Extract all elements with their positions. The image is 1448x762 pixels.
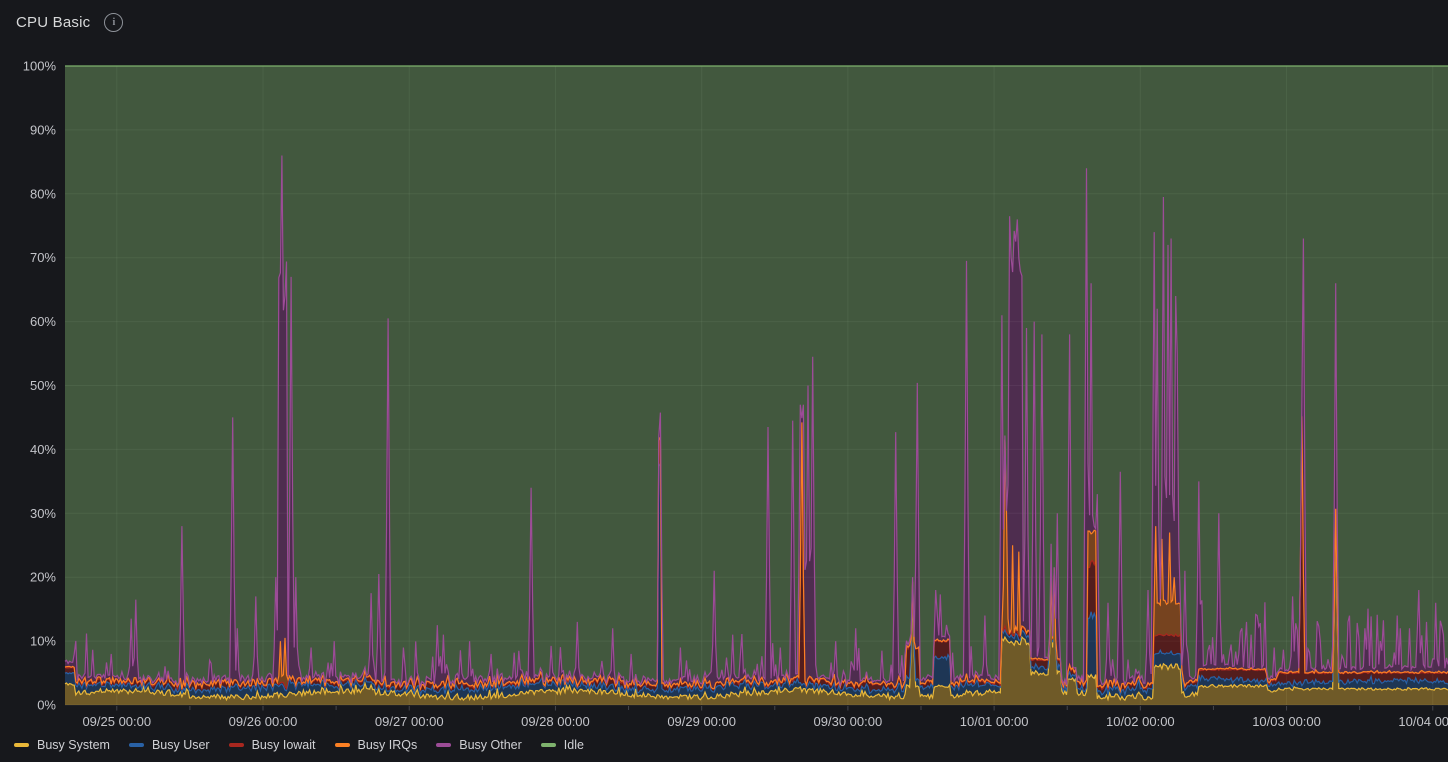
area-idle	[65, 66, 1448, 687]
y-tick-label: 0%	[37, 698, 56, 713]
legend-label: Busy Iowait	[252, 738, 316, 752]
x-tick-label: 09/29 00:00	[667, 714, 736, 729]
cpu-basic-chart[interactable]: 0% 10% 20% 30% 40% 50% 60% 70% 80% 90% 100% 09/25 0…	[0, 45, 1448, 736]
legend-item-irqs[interactable]: Busy IRQs	[335, 738, 418, 752]
x-tick-label: 09/25 00:00	[82, 714, 151, 729]
y-tick-label: 70%	[30, 250, 56, 265]
time-series-plot[interactable]: 0% 10% 20% 30% 40% 50% 60% 70% 80% 90% 100% 09/25 0…	[0, 45, 1448, 736]
x-tick-label: 10/03 00:00	[1252, 714, 1321, 729]
panel-title: CPU Basic	[16, 14, 90, 31]
y-tick-label: 20%	[30, 570, 56, 585]
legend-swatch-iowait	[229, 743, 244, 748]
legend-swatch-other	[436, 743, 451, 748]
legend-label: Busy User	[152, 738, 210, 752]
legend-label: Busy Other	[459, 738, 522, 752]
legend: Busy System Busy User Busy Iowait Busy IRQs…	[14, 734, 584, 756]
x-axis: 09/25 00:00 09/26 00:00 09/27 00:00 09/28 0…	[82, 706, 1448, 729]
x-tick-label: 09/27 00:00	[375, 714, 444, 729]
legend-item-user[interactable]: Busy User	[129, 738, 210, 752]
y-tick-label: 60%	[30, 314, 56, 329]
legend-swatch-idle	[541, 743, 556, 748]
info-icon[interactable]: i	[104, 13, 123, 32]
grafana-panel: CPU Basic i 0% 10% 20% 30% 40% 50% 60% 70% 80% 90…	[0, 0, 1448, 762]
legend-label: Busy IRQs	[358, 738, 418, 752]
series-areas	[65, 66, 1448, 705]
y-tick-label: 10%	[30, 634, 56, 649]
legend-item-system[interactable]: Busy System	[14, 738, 110, 752]
y-tick-label: 100%	[23, 59, 57, 74]
y-tick-label: 30%	[30, 506, 56, 521]
legend-label: Busy System	[37, 738, 110, 752]
legend-item-iowait[interactable]: Busy Iowait	[229, 738, 316, 752]
y-axis: 0% 10% 20% 30% 40% 50% 60% 70% 80% 90% 100%	[23, 59, 57, 713]
x-tick-label: 10/02 00:00	[1106, 714, 1175, 729]
legend-swatch-user	[129, 743, 144, 748]
y-tick-label: 50%	[30, 378, 56, 393]
x-tick-label: 10/04 00:00	[1398, 714, 1448, 729]
x-tick-label: 09/28 00:00	[521, 714, 590, 729]
y-tick-label: 80%	[30, 186, 56, 201]
x-tick-label: 09/26 00:00	[229, 714, 298, 729]
x-tick-label: 10/01 00:00	[960, 714, 1029, 729]
panel-header: CPU Basic i	[0, 0, 1448, 45]
legend-swatch-irqs	[335, 743, 350, 748]
legend-item-other[interactable]: Busy Other	[436, 738, 522, 752]
legend-item-idle[interactable]: Idle	[541, 738, 584, 752]
legend-label: Idle	[564, 738, 584, 752]
y-tick-label: 90%	[30, 122, 56, 137]
x-tick-label: 09/30 00:00	[814, 714, 883, 729]
y-tick-label: 40%	[30, 442, 56, 457]
legend-swatch-system	[14, 743, 29, 748]
